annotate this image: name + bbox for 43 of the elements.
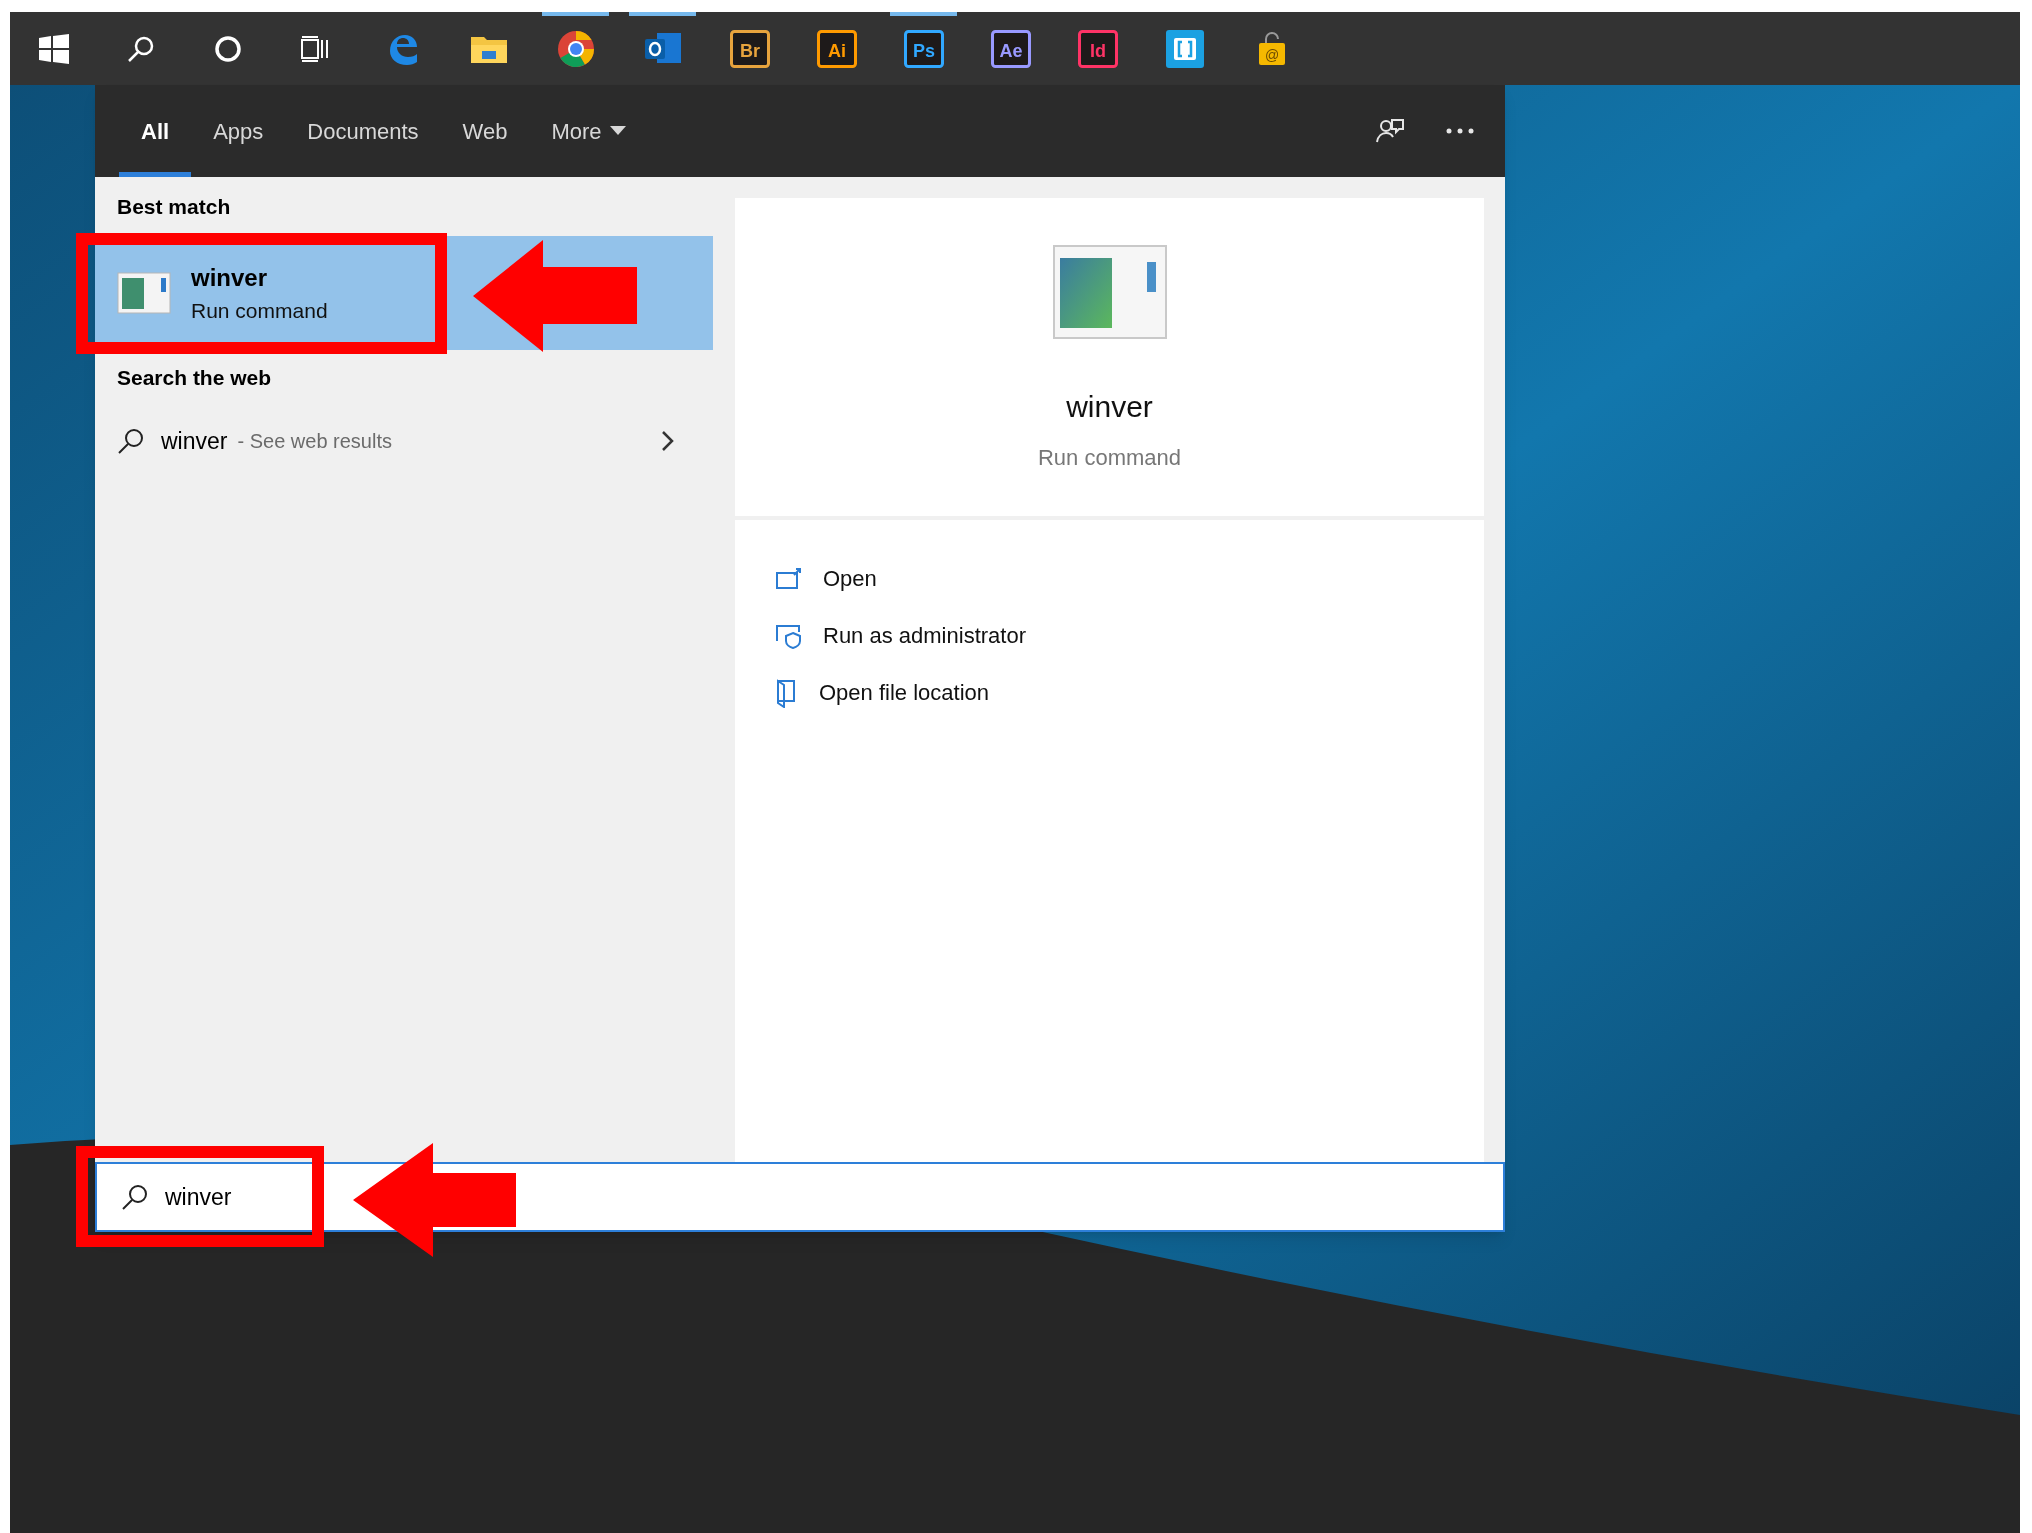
chevron-right-icon	[661, 430, 675, 452]
search-field[interactable]: winver	[95, 1162, 1505, 1232]
search-icon	[117, 427, 145, 455]
app-tile-icon[interactable]: Ai	[816, 29, 857, 68]
taskbar-button[interactable]: Ae	[967, 12, 1054, 85]
windows-logo-icon[interactable]	[38, 33, 69, 64]
action-link[interactable]: Open	[775, 550, 877, 607]
web-query: winver	[161, 426, 228, 456]
section-heading: Search the web	[117, 365, 272, 392]
preview-title: winver	[1066, 389, 1153, 425]
filter-tab[interactable]: Web	[440, 85, 530, 177]
bracket-icon[interactable]	[1165, 29, 1204, 68]
round-multicolor-icon[interactable]	[556, 29, 595, 68]
circle-icon[interactable]	[212, 33, 243, 64]
taskbar-button[interactable]: Ps	[880, 12, 967, 85]
app-tile-icon[interactable]: Ps	[903, 29, 944, 68]
app-tile-icon[interactable]: Id	[1077, 29, 1118, 68]
web-hint: - See web results	[237, 429, 392, 454]
taskbar-button[interactable]: Br	[706, 12, 793, 85]
section-heading: Best match	[117, 193, 231, 220]
open-window-icon	[775, 566, 803, 591]
app-tile-icon[interactable]: Br	[729, 29, 770, 68]
action-link[interactable]: Open file location	[775, 664, 989, 721]
caret-icon	[609, 126, 626, 136]
shield-window-icon	[775, 622, 803, 649]
taskbar-button[interactable]: Id	[1054, 12, 1141, 85]
preview-subtitle: Run command	[1037, 444, 1182, 472]
result-subtitle: Run command	[191, 299, 328, 321]
app-tile-icon[interactable]: Ae	[990, 29, 1031, 68]
filter-tab[interactable]: Apps	[191, 85, 286, 177]
task-view-icon[interactable]	[299, 33, 330, 64]
taskbar-button[interactable]: Ai	[793, 12, 880, 85]
app-window-icon	[117, 272, 171, 314]
action-link[interactable]: Run as administrator	[775, 607, 1026, 664]
result-title: winver	[191, 265, 269, 290]
filter-tab[interactable]: Documents	[285, 85, 441, 177]
taskbar-button[interactable]: @	[1228, 12, 1315, 85]
app-window-icon	[1051, 244, 1168, 340]
search-icon	[121, 1183, 149, 1211]
more-options-icon[interactable]	[1445, 127, 1475, 135]
web-result-row[interactable]: winver - See web results	[95, 406, 713, 476]
filter-tab[interactable]: More	[529, 85, 648, 177]
search-input[interactable]: winver	[165, 1179, 1503, 1215]
